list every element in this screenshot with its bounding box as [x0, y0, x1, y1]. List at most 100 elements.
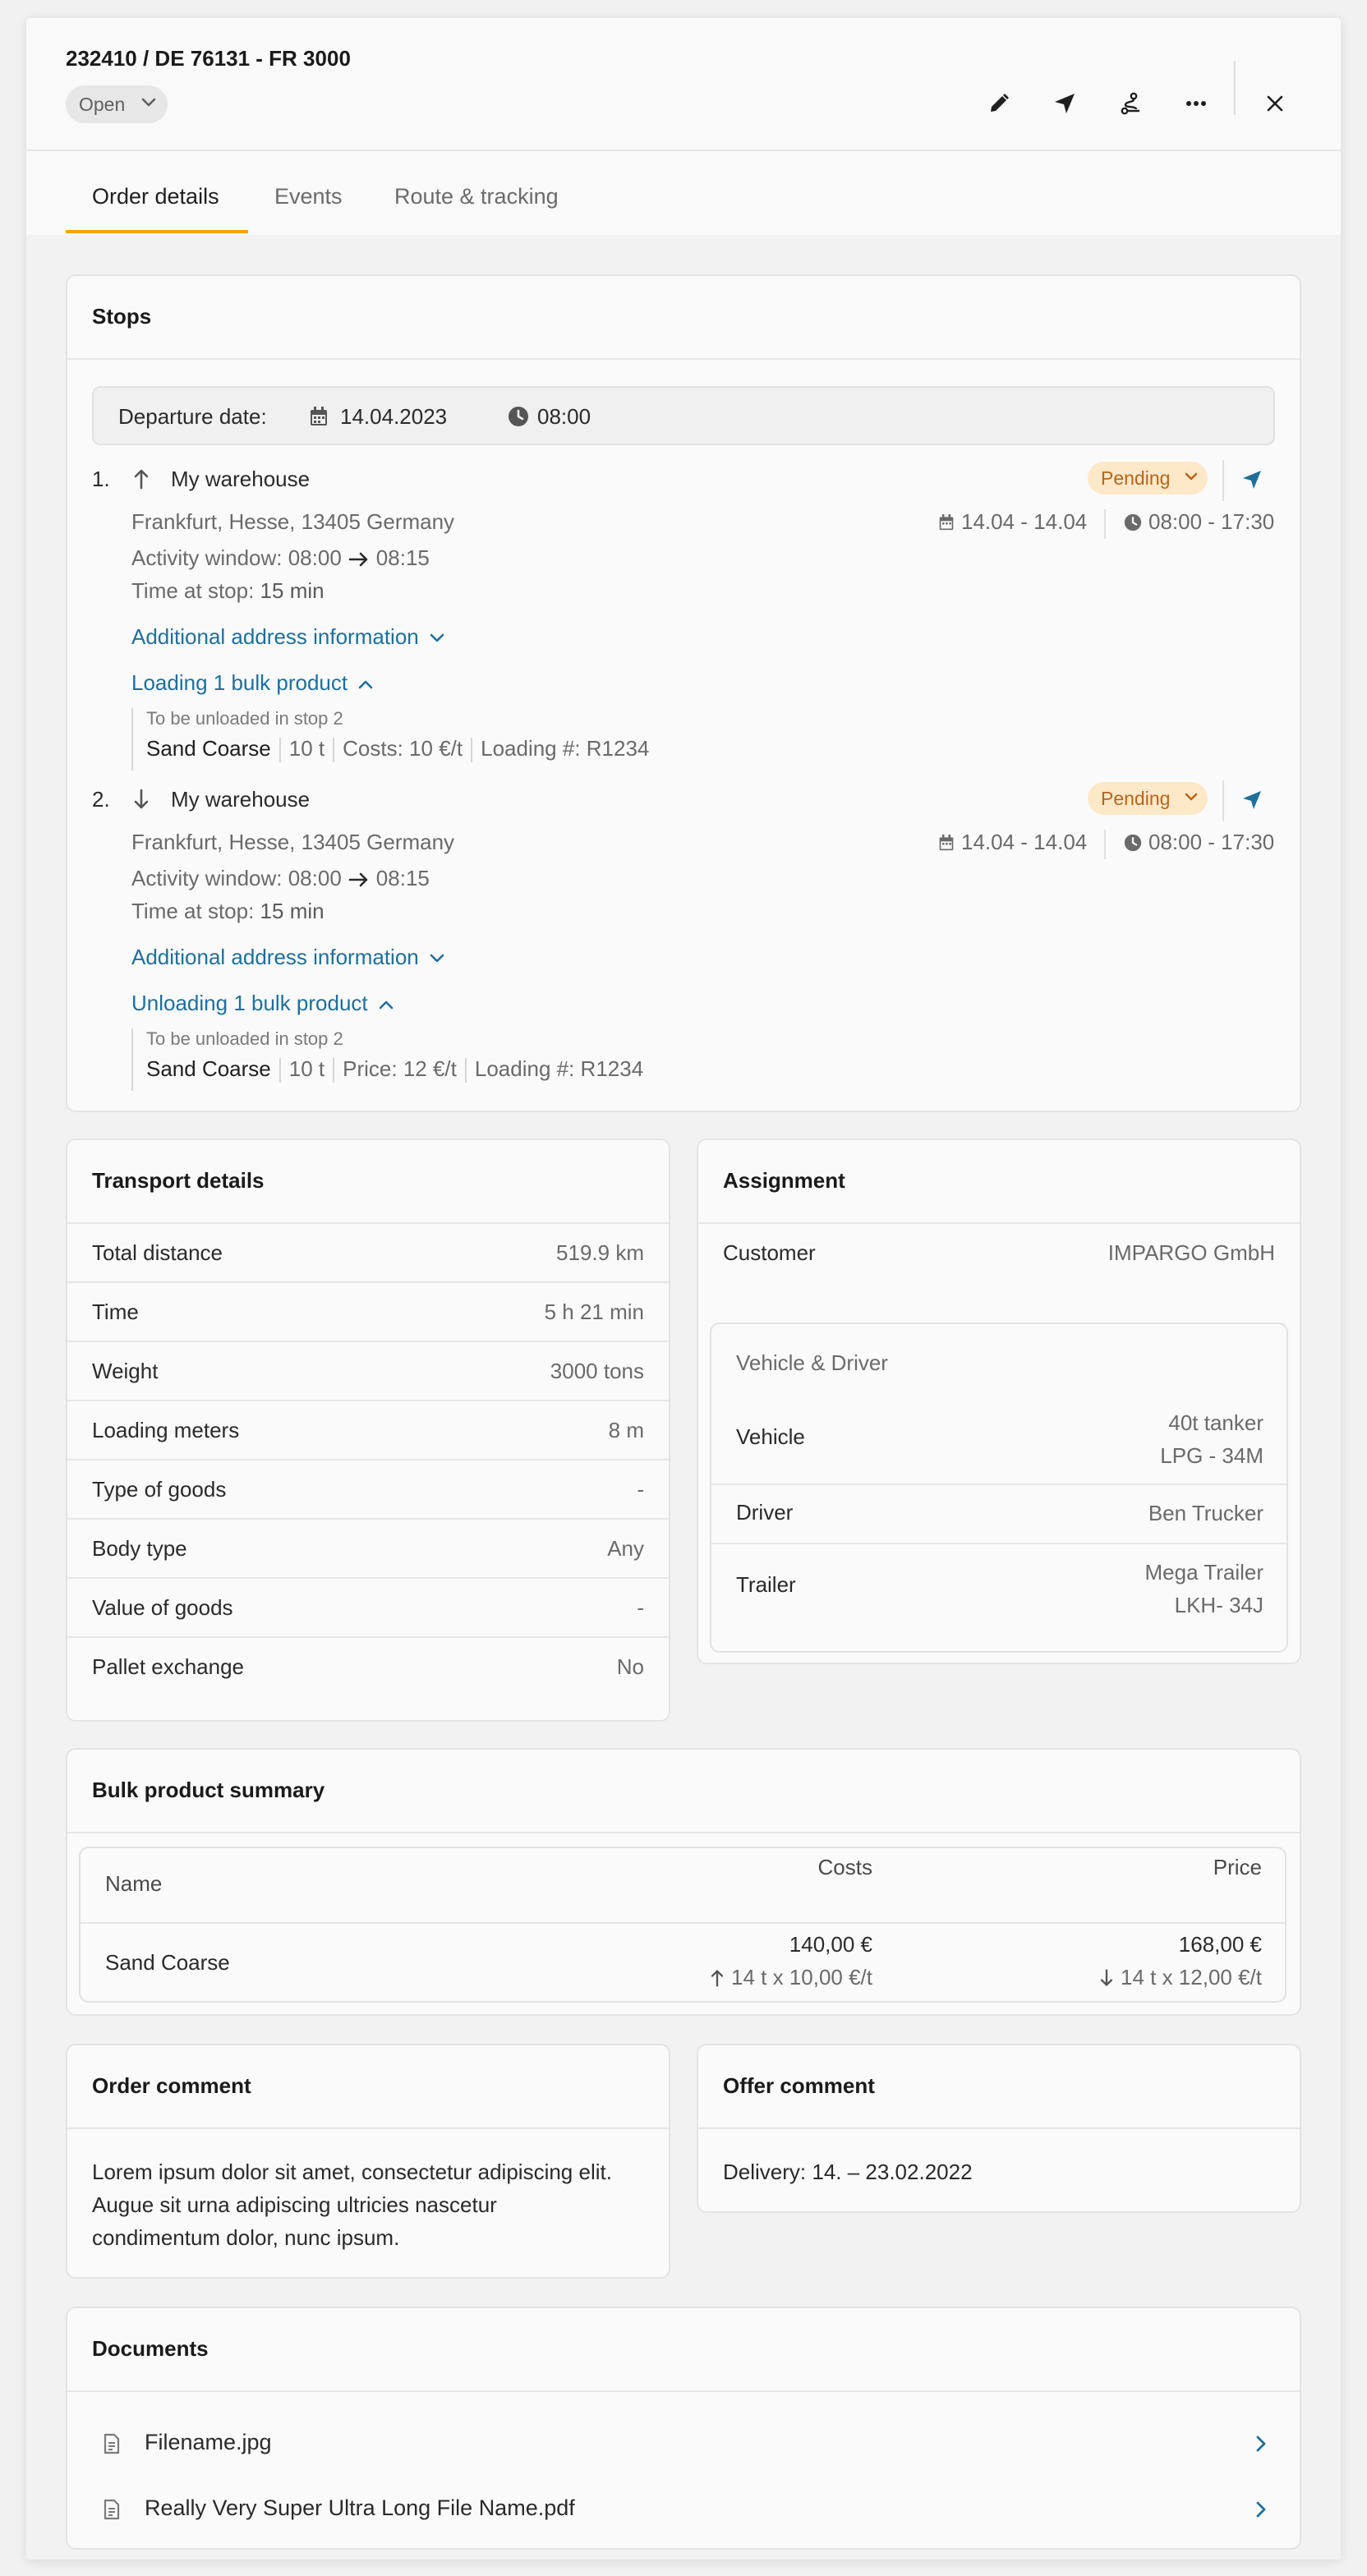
departure-date: 14.04.2023 — [340, 404, 448, 429]
costs-total-cell: 140,00 € — [789, 1932, 872, 1957]
stop-name: My warehouse — [171, 787, 311, 812]
product-name-cell: Sand Coarse — [105, 1950, 230, 1975]
edit-button[interactable] — [974, 79, 1024, 128]
tab-route-tracking[interactable]: Route & tracking — [394, 184, 559, 209]
more-button[interactable] — [1171, 79, 1221, 128]
chevron-right-icon — [1256, 2501, 1266, 2518]
column-header-price: Price — [1213, 1855, 1262, 1879]
divider — [67, 1832, 1300, 1833]
divider — [67, 358, 1300, 360]
stop-status-label: Pending — [1101, 787, 1171, 809]
bulk-product-table: Name Costs Price Sand Coarse 140,00 € 14… — [79, 1847, 1286, 2003]
transport-row: Pallet exchange No — [67, 1636, 669, 1695]
divider — [1222, 460, 1224, 501]
arrow-down-icon — [134, 789, 149, 809]
divider — [1222, 780, 1224, 821]
transport-row: Total distance 519.9 km — [67, 1222, 669, 1281]
arrow-up-icon — [134, 469, 149, 490]
calendar-icon — [311, 407, 327, 426]
order-panel: 232410 / DE 76131 - FR 3000 Open Order d… — [26, 18, 1341, 2560]
navigate-button[interactable] — [1234, 782, 1270, 818]
stops-title: Stops — [92, 304, 152, 329]
vehicle-driver-title: Vehicle & Driver — [736, 1350, 888, 1375]
chevron-down-icon — [141, 98, 156, 107]
stops-card: Stops Departure date: 14.04.2023 08:00 1… — [66, 274, 1301, 1112]
additional-address-info-link[interactable]: Additional address information — [131, 945, 445, 970]
navigate-button[interactable] — [1234, 462, 1270, 498]
document-item[interactable]: Really Very Super Ultra Long File Name.p… — [67, 2477, 1300, 2543]
order-comment-title: Order comment — [92, 2073, 251, 2098]
divider — [81, 1922, 1285, 1924]
chevron-right-icon — [1256, 2436, 1266, 2452]
clock-icon — [1124, 513, 1142, 531]
additional-address-info-link[interactable]: Additional address information — [131, 624, 445, 650]
route-button[interactable] — [1106, 79, 1155, 128]
arrow-down-icon — [1100, 1969, 1113, 1986]
arrow-right-icon — [348, 552, 368, 567]
transport-details-title: Transport details — [92, 1168, 265, 1193]
close-button[interactable] — [1250, 79, 1300, 128]
column-header-name: Name — [105, 1871, 163, 1896]
stop-number: 2. — [92, 787, 110, 812]
transport-row: Time 5 h 21 min — [67, 1281, 669, 1341]
calendar-icon — [939, 514, 954, 531]
stop-date-range: 14.04 - 14.04 — [938, 830, 1087, 855]
stop-number: 1. — [92, 467, 110, 491]
vehicle-row: Vehicle 40t tanker LPG - 34M — [736, 1410, 1263, 1468]
transport-row: Body type Any — [67, 1518, 669, 1577]
send-icon — [1055, 94, 1075, 113]
stop-status-dropdown[interactable]: Pending — [1088, 462, 1208, 494]
divider — [698, 2128, 1300, 2129]
clock-icon — [509, 407, 528, 426]
transport-row: Type of goods - — [67, 1459, 669, 1518]
offer-comment-text: Delivery: 14. – 23.02.2022 — [723, 2160, 973, 2184]
arrow-right-icon — [348, 872, 368, 887]
send-button[interactable] — [1040, 79, 1089, 128]
offer-comment-title: Offer comment — [723, 2073, 875, 2098]
active-tab-indicator — [66, 230, 248, 233]
status-dropdown[interactable]: Open — [66, 85, 168, 123]
column-header-costs: Costs — [817, 1855, 872, 1879]
tab-order-details[interactable]: Order details — [92, 184, 219, 209]
activity-window: Activity window: 08:00 08:15 — [131, 866, 430, 890]
navigation-icon — [1243, 471, 1261, 489]
file-icon — [104, 2433, 120, 2454]
costs-detail-cell: 14 t x 10,00 €/t — [710, 1965, 872, 1990]
chevron-down-icon — [1185, 472, 1198, 481]
order-comment-text: Lorem ipsum dolor sit amet, consectetur … — [92, 2160, 612, 2250]
chevron-down-icon — [430, 633, 444, 642]
loading-products-toggle[interactable]: Loading 1 bulk product — [131, 670, 374, 696]
clock-icon — [1124, 834, 1142, 852]
documents-title: Documents — [92, 2336, 209, 2361]
order-header: 232410 / DE 76131 - FR 3000 Open — [26, 18, 1341, 150]
header-divider — [1234, 61, 1236, 115]
calendar-icon — [939, 835, 954, 851]
divider — [1104, 509, 1106, 539]
time-at-stop: Time at stop: 15 min — [131, 578, 324, 603]
transport-row: Value of goods - — [67, 1577, 669, 1636]
divider — [1104, 830, 1106, 859]
stop-name: My warehouse — [171, 467, 311, 491]
stop-address: Frankfurt, Hesse, 13405 Germany — [131, 509, 455, 534]
stop-status-dropdown[interactable]: Pending — [1088, 782, 1208, 815]
customer-row: Customer IMPARGO GmbH — [698, 1222, 1300, 1281]
product-note: To be unloaded in stop 2 — [146, 1028, 343, 1049]
departure-bar[interactable]: Departure date: 14.04.2023 08:00 — [92, 386, 1275, 445]
file-icon — [104, 2499, 120, 2520]
tab-bar: Order details Events Route & tracking — [26, 150, 1341, 237]
divider — [67, 2128, 669, 2129]
time-at-stop: Time at stop: 15 min — [131, 899, 324, 923]
price-total-cell: 168,00 € — [1178, 1932, 1262, 1957]
product-line-block: To be unloaded in stop 2 Sand Coarse 10 t… — [131, 708, 649, 770]
chevron-up-icon — [358, 680, 373, 689]
navigation-icon — [1243, 791, 1261, 809]
activity-window: Activity window: 08:00 08:15 — [131, 545, 430, 570]
bulk-product-summary-card: Bulk product summary Name Costs Price Sa… — [66, 1748, 1301, 2016]
document-item[interactable]: Filename.jpg — [67, 2412, 1300, 2477]
stop-time-range: 08:00 - 17:30 — [1124, 830, 1274, 855]
order-comment-card: Order comment Lorem ipsum dolor sit amet… — [66, 2044, 670, 2279]
unloading-products-toggle[interactable]: Unloading 1 bulk product — [131, 991, 394, 1016]
tab-events[interactable]: Events — [274, 184, 343, 209]
route-icon — [1121, 92, 1139, 115]
assignment-title: Assignment — [723, 1168, 845, 1193]
